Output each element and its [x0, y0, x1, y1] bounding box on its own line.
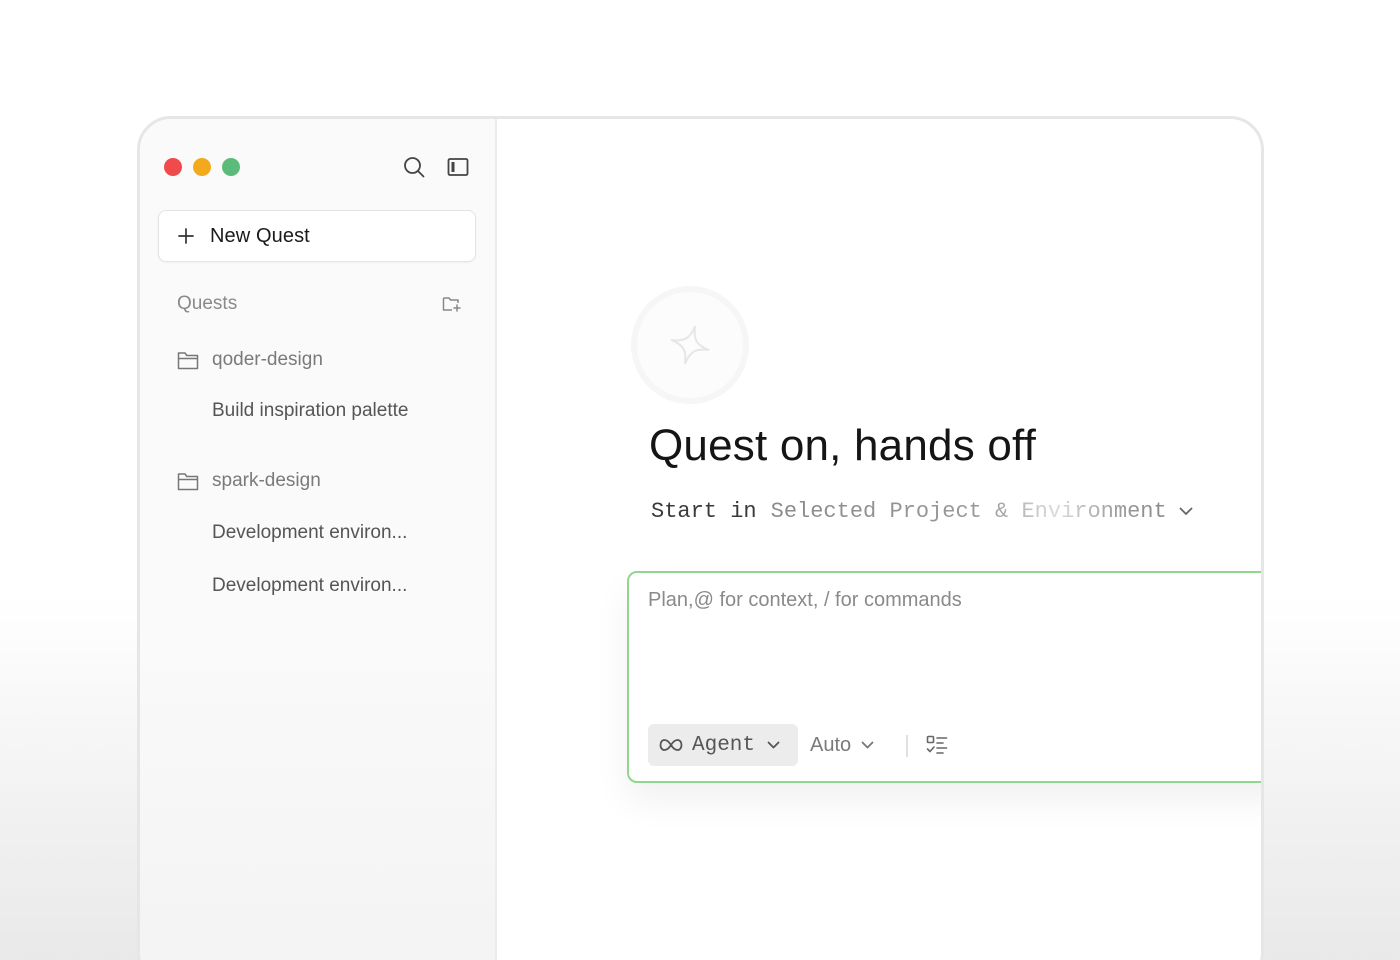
folder-spark-design[interactable]: spark-design: [177, 470, 321, 492]
chevron-down-icon[interactable]: [1179, 507, 1193, 516]
folder-icon: [177, 350, 199, 370]
folder-name: qoder-design: [212, 349, 323, 370]
search-icon[interactable]: [402, 155, 426, 179]
plus-icon: [177, 227, 195, 245]
new-quest-label: New Quest: [210, 224, 310, 247]
page-title: Quest on, hands off: [649, 421, 1037, 470]
folder-name: spark-design: [212, 470, 321, 491]
chevron-down-icon: [861, 741, 874, 749]
infinity-icon: [659, 737, 683, 753]
toolbar-divider: [906, 735, 908, 757]
quest-item-development-environment-2[interactable]: Development environ...: [212, 575, 407, 597]
prompt-input[interactable]: [648, 589, 1248, 699]
folder-qoder-design[interactable]: qoder-design: [177, 349, 323, 371]
start-in-row: Start in Selected Project & Environment: [651, 499, 1193, 524]
agent-mode-button[interactable]: Agent: [648, 724, 798, 766]
checklist-icon[interactable]: [926, 734, 948, 756]
maximize-window-button[interactable]: [222, 158, 240, 176]
composer: Agent Auto: [627, 571, 1261, 783]
sidebar: New Quest Quests qoder-design Build insp…: [140, 119, 497, 960]
new-quest-button[interactable]: New Quest: [158, 210, 476, 262]
start-in-label: Start in: [651, 499, 757, 524]
quests-section-title: Quests: [177, 293, 238, 314]
minimize-window-button[interactable]: [193, 158, 211, 176]
quests-section-header: Quests: [177, 293, 462, 315]
sidebar-toggle-icon[interactable]: [446, 155, 470, 179]
sparkle-logo-icon: [637, 292, 743, 398]
window-controls: [164, 158, 240, 176]
chevron-down-icon: [767, 741, 780, 749]
model-mode-label: Auto: [810, 733, 852, 756]
agent-mode-label: Agent: [692, 733, 756, 757]
new-folder-icon[interactable]: [442, 295, 462, 313]
app-window: New Quest Quests qoder-design Build insp…: [137, 116, 1264, 960]
main-panel: Quest on, hands off Start in Selected Pr…: [497, 119, 1261, 960]
model-mode-selector[interactable]: Auto: [810, 724, 874, 766]
environment-selector[interactable]: Selected Project & Environment: [771, 499, 1167, 524]
quest-item-development-environment-1[interactable]: Development environ...: [212, 522, 407, 544]
quest-item-build-inspiration-palette[interactable]: Build inspiration palette: [212, 400, 408, 422]
close-window-button[interactable]: [164, 158, 182, 176]
folder-icon: [177, 471, 199, 491]
